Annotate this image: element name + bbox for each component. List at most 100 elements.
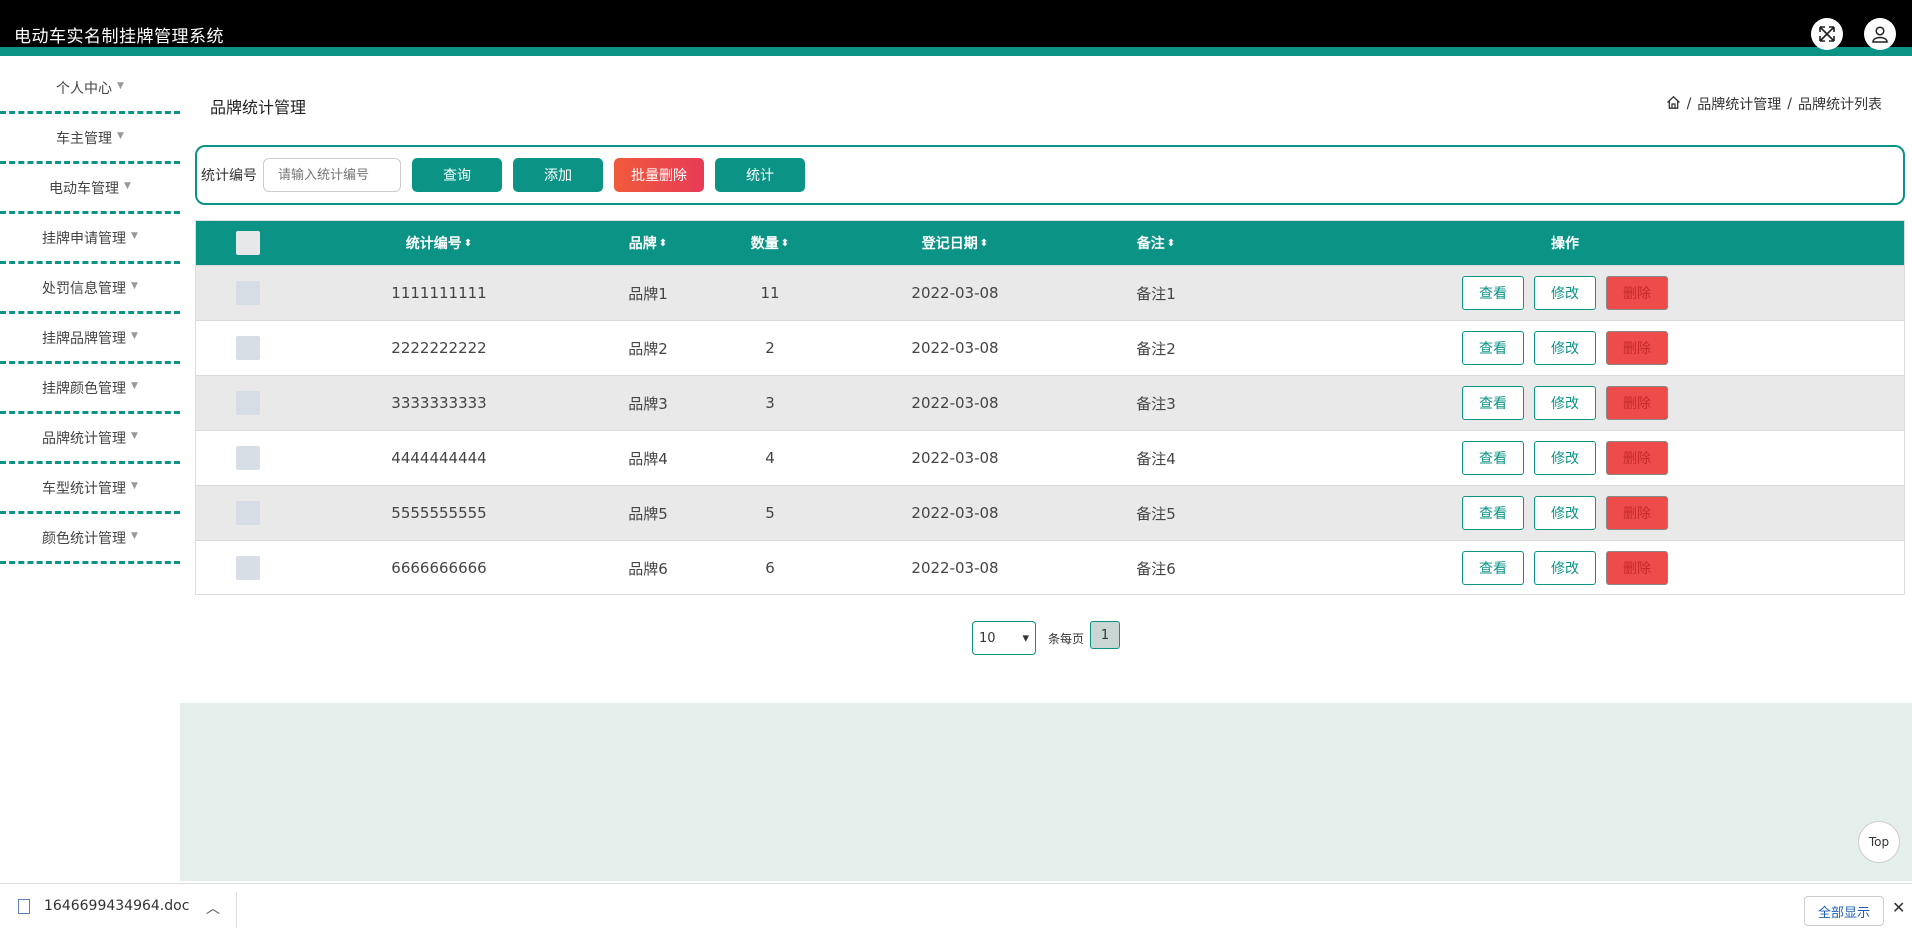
sidebar-item-plate-brand[interactable]: 挂牌品牌管理 ▼ <box>0 314 180 364</box>
sidebar-item-penalty[interactable]: 处罚信息管理 ▼ <box>0 264 180 314</box>
caret-down-icon: ▼ <box>131 530 138 541</box>
delete-button[interactable]: 删除 <box>1606 276 1668 310</box>
breadcrumb-level2: 品牌统计列表 <box>1798 97 1882 113</box>
row-checkbox[interactable] <box>236 486 260 540</box>
edit-button[interactable]: 修改 <box>1534 551 1596 585</box>
table-row: 4444444444 品牌4 4 2022-03-08 备注4 查看 修改 删除 <box>196 430 1904 485</box>
cell-date: 2022-03-08 <box>911 339 999 357</box>
delete-button[interactable]: 删除 <box>1606 386 1668 420</box>
delete-button[interactable]: 删除 <box>1606 496 1668 530</box>
cell-brand: 品牌1 <box>628 284 668 303</box>
header-date[interactable]: 登记日期 ⬍ <box>922 221 988 265</box>
download-item[interactable]: 1646699434964.doc <box>18 898 189 914</box>
search-input[interactable] <box>263 158 401 192</box>
sidebar: 个人中心 ▼ 车主管理 ▼ 电动车管理 ▼ 挂牌申请管理 ▼ 处罚信息管理 ▼ 挂牌品牌管… <box>0 64 180 564</box>
header-count[interactable]: 数量 ⬍ <box>751 221 789 265</box>
cell-code: 1111111111 <box>391 284 487 302</box>
row-actions: 查看 修改 删除 <box>1462 321 1668 375</box>
cell-code: 4444444444 <box>391 449 487 467</box>
chevron-up-icon[interactable]: ︿ <box>206 898 220 918</box>
divider <box>236 892 237 928</box>
cell-count: 3 <box>765 394 775 412</box>
table-row: 1111111111 品牌1 11 2022-03-08 备注1 查看 修改 删… <box>196 265 1904 320</box>
cell-date: 2022-03-08 <box>911 284 999 302</box>
delete-button[interactable]: 删除 <box>1606 331 1668 365</box>
cell-remark: 备注2 <box>1136 339 1176 358</box>
batch-delete-button[interactable]: 批量删除 <box>614 158 704 192</box>
row-checkbox[interactable] <box>236 431 260 485</box>
add-button[interactable]: 添加 <box>513 158 603 192</box>
view-button[interactable]: 查看 <box>1462 331 1524 365</box>
cell-count: 6 <box>765 559 775 577</box>
edit-button[interactable]: 修改 <box>1534 276 1596 310</box>
user-icon[interactable] <box>1864 18 1896 50</box>
view-button[interactable]: 查看 <box>1462 551 1524 585</box>
edit-button[interactable]: 修改 <box>1534 386 1596 420</box>
caret-down-icon: ▼ <box>131 430 138 441</box>
sidebar-item-model-stats[interactable]: 车型统计管理 ▼ <box>0 464 180 514</box>
back-to-top-button[interactable]: Top <box>1858 821 1900 863</box>
fullscreen-icon[interactable] <box>1811 18 1843 50</box>
sort-icon: ⬍ <box>658 237 668 249</box>
show-all-button[interactable]: 全部显示 <box>1804 896 1884 926</box>
select-all-checkbox[interactable] <box>236 221 260 265</box>
sidebar-item-owner[interactable]: 车主管理 ▼ <box>0 114 180 164</box>
edit-button[interactable]: 修改 <box>1534 496 1596 530</box>
row-checkbox[interactable] <box>236 541 260 594</box>
sidebar-item-color-stats[interactable]: 颜色统计管理 ▼ <box>0 514 180 564</box>
view-button[interactable]: 查看 <box>1462 386 1524 420</box>
row-checkbox[interactable] <box>236 376 260 430</box>
cell-remark: 备注4 <box>1136 449 1176 468</box>
view-button[interactable]: 查看 <box>1462 441 1524 475</box>
download-filename: 1646699434964.doc <box>44 898 190 914</box>
close-icon[interactable]: ✕ <box>1892 898 1905 917</box>
query-button[interactable]: 查询 <box>412 158 502 192</box>
delete-button[interactable]: 删除 <box>1606 551 1668 585</box>
row-actions: 查看 修改 删除 <box>1462 486 1668 540</box>
header-brand[interactable]: 品牌 ⬍ <box>629 221 667 265</box>
header-code[interactable]: 统计编号 ⬍ <box>406 221 472 265</box>
page-number-button[interactable]: 1 <box>1090 621 1121 649</box>
sidebar-item-plate-color[interactable]: 挂牌颜色管理 ▼ <box>0 364 180 414</box>
sidebar-item-ebike[interactable]: 电动车管理 ▼ <box>0 164 180 214</box>
sidebar-item-personal-center[interactable]: 个人中心 ▼ <box>0 64 180 114</box>
breadcrumb-level1[interactable]: 品牌统计管理 <box>1697 94 1781 114</box>
view-button[interactable]: 查看 <box>1462 276 1524 310</box>
cell-brand: 品牌2 <box>628 339 668 358</box>
document-icon <box>18 898 30 914</box>
cell-remark: 备注3 <box>1136 394 1176 413</box>
edit-button[interactable]: 修改 <box>1534 441 1596 475</box>
row-checkbox[interactable] <box>236 266 260 320</box>
cell-brand: 品牌3 <box>628 394 668 413</box>
page-size-select[interactable]: 10 ▾ <box>972 621 1036 655</box>
cell-date: 2022-03-08 <box>911 559 999 577</box>
table-row: 5555555555 品牌5 5 2022-03-08 备注5 查看 修改 删除 <box>196 485 1904 540</box>
sidebar-item-brand-stats[interactable]: 品牌统计管理 ▼ <box>0 414 180 464</box>
edit-button[interactable]: 修改 <box>1534 331 1596 365</box>
caret-down-icon: ▼ <box>117 80 124 91</box>
sort-icon: ⬍ <box>780 237 790 249</box>
download-bar: 1646699434964.doc ︿ 全部显示 ✕ <box>0 883 1912 936</box>
pagination: 10 ▾ 条每页 1 <box>972 621 1121 655</box>
delete-button[interactable]: 删除 <box>1606 441 1668 475</box>
caret-down-icon: ▼ <box>117 130 124 141</box>
row-actions: 查看 修改 删除 <box>1462 431 1668 485</box>
caret-down-icon: ▼ <box>131 280 138 291</box>
stats-button[interactable]: 统计 <box>715 158 805 192</box>
sidebar-item-plate-application[interactable]: 挂牌申请管理 ▼ <box>0 214 180 264</box>
cell-remark: 备注1 <box>1136 284 1176 303</box>
breadcrumb: / 品牌统计管理 / 品牌统计列表 <box>1666 94 1882 114</box>
row-checkbox[interactable] <box>236 321 260 375</box>
search-bar: 统计编号 查询 添加 批量删除 统计 <box>195 145 1905 205</box>
home-icon[interactable] <box>1666 95 1681 114</box>
table-row: 6666666666 品牌6 6 2022-03-08 备注6 查看 修改 删除 <box>196 540 1904 594</box>
view-button[interactable]: 查看 <box>1462 496 1524 530</box>
page-title: 品牌统计管理 <box>210 98 307 117</box>
data-table: 统计编号 ⬍ 品牌 ⬍ 数量 ⬍ 登记日期 ⬍ 备注 ⬍ 操作 1111111111 品牌… <box>195 220 1905 595</box>
caret-down-icon: ▼ <box>131 480 138 491</box>
sort-icon: ⬍ <box>1166 237 1176 249</box>
chevron-down-icon: ▾ <box>1022 630 1029 646</box>
footer-area <box>180 703 1912 881</box>
header-remark[interactable]: 备注 ⬍ <box>1137 221 1175 265</box>
per-page-label: 条每页 <box>1048 631 1085 646</box>
